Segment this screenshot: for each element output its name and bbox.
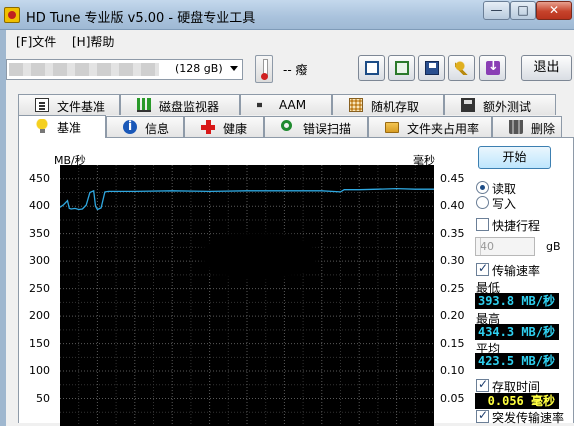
read-radio[interactable] [476,181,489,194]
disk-icon [461,98,475,112]
tab-extra-tests[interactable]: 额外测试 [444,94,556,115]
drive-name-redacted [9,63,159,76]
close-button[interactable]: ✕ [536,1,572,20]
quick-stroke-label: 快捷行程 [492,219,541,233]
tab-file-benchmark[interactable]: 文件基准 [18,94,120,115]
toolbar: (128 gB) -- 癈 退出 [6,52,574,88]
y-left-tick-label: 450 [29,171,50,185]
drive-select[interactable]: (128 gB) [6,59,243,80]
folder-icon [385,122,399,133]
avg-value: 423.5 MB/秒 [475,353,559,369]
y-right-tick-label: 0.40 [440,199,465,213]
tab-info[interactable]: 信息 [106,116,184,137]
y-left-tick-label: 350 [29,226,50,240]
menu-help[interactable]: [H]帮助 [72,33,114,50]
y-left-tick-label: 100 [29,364,50,378]
temperature-readout: -- 癈 [283,63,308,77]
tab-error-scan[interactable]: 错误扫描 [264,116,368,137]
menu-bar: [F]文件 [H]帮助 [6,30,574,52]
y-right-tick-label: 0.25 [440,281,465,295]
burst-rate-checkbox[interactable] [476,408,489,423]
tab-benchmark[interactable]: 基准 [18,115,106,138]
exit-button[interactable]: 退出 [521,55,572,81]
drive-size: (128 gB) [175,62,223,75]
y-right-tick-label: 0.10 [440,364,465,378]
quick-stroke-checkbox[interactable] [476,218,489,231]
download-icon [486,59,500,75]
y-left-tick-label: 250 [29,281,50,295]
y-left-tick-label: 300 [29,254,50,268]
chevron-down-icon [230,66,238,71]
speaker-icon [257,98,269,112]
spinner-arrows-icon[interactable] [480,238,492,255]
tab-health[interactable]: 健康 [184,116,264,137]
y-left-tick-label: 150 [29,336,50,350]
tab-random-access[interactable]: 随机存取 [332,94,444,115]
access-time-value: 0.056 毫秒 [475,393,559,409]
thermometer-icon [255,55,273,83]
download-button[interactable] [479,55,506,81]
bar-chart-icon [137,98,151,112]
y-right-tick-label: 0.05 [440,391,465,405]
write-label: 写入 [492,197,517,211]
y-left-tick-label: 50 [36,391,50,405]
benchmark-chart [60,165,434,426]
window-title: HD Tune 专业版 v5.00 - 硬盘专业工具 [26,11,256,26]
y-right-tick-label: 0.30 [440,254,465,268]
options-icon [455,61,469,75]
quick-stroke-unit: gB [546,240,561,253]
minimize-button[interactable]: — [483,1,510,20]
title-bar: HD Tune 专业版 v5.00 - 硬盘专业工具 — □ ✕ [0,0,574,30]
maximize-button[interactable]: □ [510,1,536,20]
menu-file[interactable]: [F]文件 [16,33,56,50]
y-right-tick-label: 0.45 [440,171,465,185]
options-button[interactable] [448,55,475,81]
app-icon [4,7,20,23]
copy-green-icon [395,61,409,75]
y-right-tick-label: 0.35 [440,226,465,240]
save-button[interactable] [418,55,445,81]
access-time-checkbox[interactable] [476,377,489,392]
magnifier-icon [281,120,292,131]
save-icon [425,61,439,75]
burst-rate-label: 突发传输速率 [492,411,565,425]
tab-folder-usage[interactable]: 文件夹占用率 [368,116,492,137]
chart-svg [60,165,434,426]
write-radio[interactable] [476,196,489,209]
copy-screenshot-button[interactable] [388,55,415,81]
y-left-tick-label: 400 [29,199,50,213]
max-value: 434.3 MB/秒 [475,324,559,340]
trash-icon [509,120,523,134]
y-left-tick-label: 200 [29,309,50,323]
tab-erase[interactable]: 删除 [492,116,562,137]
info-icon [123,119,137,134]
copy-icon [365,61,379,75]
tab-disk-monitor[interactable]: 磁盘监视器 [120,94,240,115]
lightbulb-icon [35,119,49,133]
redacted-blob [205,235,315,277]
health-cross-icon [201,120,215,134]
min-value: 393.8 MB/秒 [475,293,559,309]
y-right-tick-label: 0.20 [440,309,465,323]
transfer-rate-label: 传输速率 [492,264,541,278]
transfer-rate-checkbox[interactable] [476,261,489,276]
y-right-tick-label: 0.15 [440,336,465,350]
copy-text-button[interactable] [358,55,385,81]
quick-stroke-spinner[interactable]: 40 [475,237,535,256]
random-dots-icon [349,98,363,112]
start-button[interactable]: 开始 [478,146,551,169]
tab-aam[interactable]: AAM [240,94,332,115]
document-icon [35,98,49,112]
